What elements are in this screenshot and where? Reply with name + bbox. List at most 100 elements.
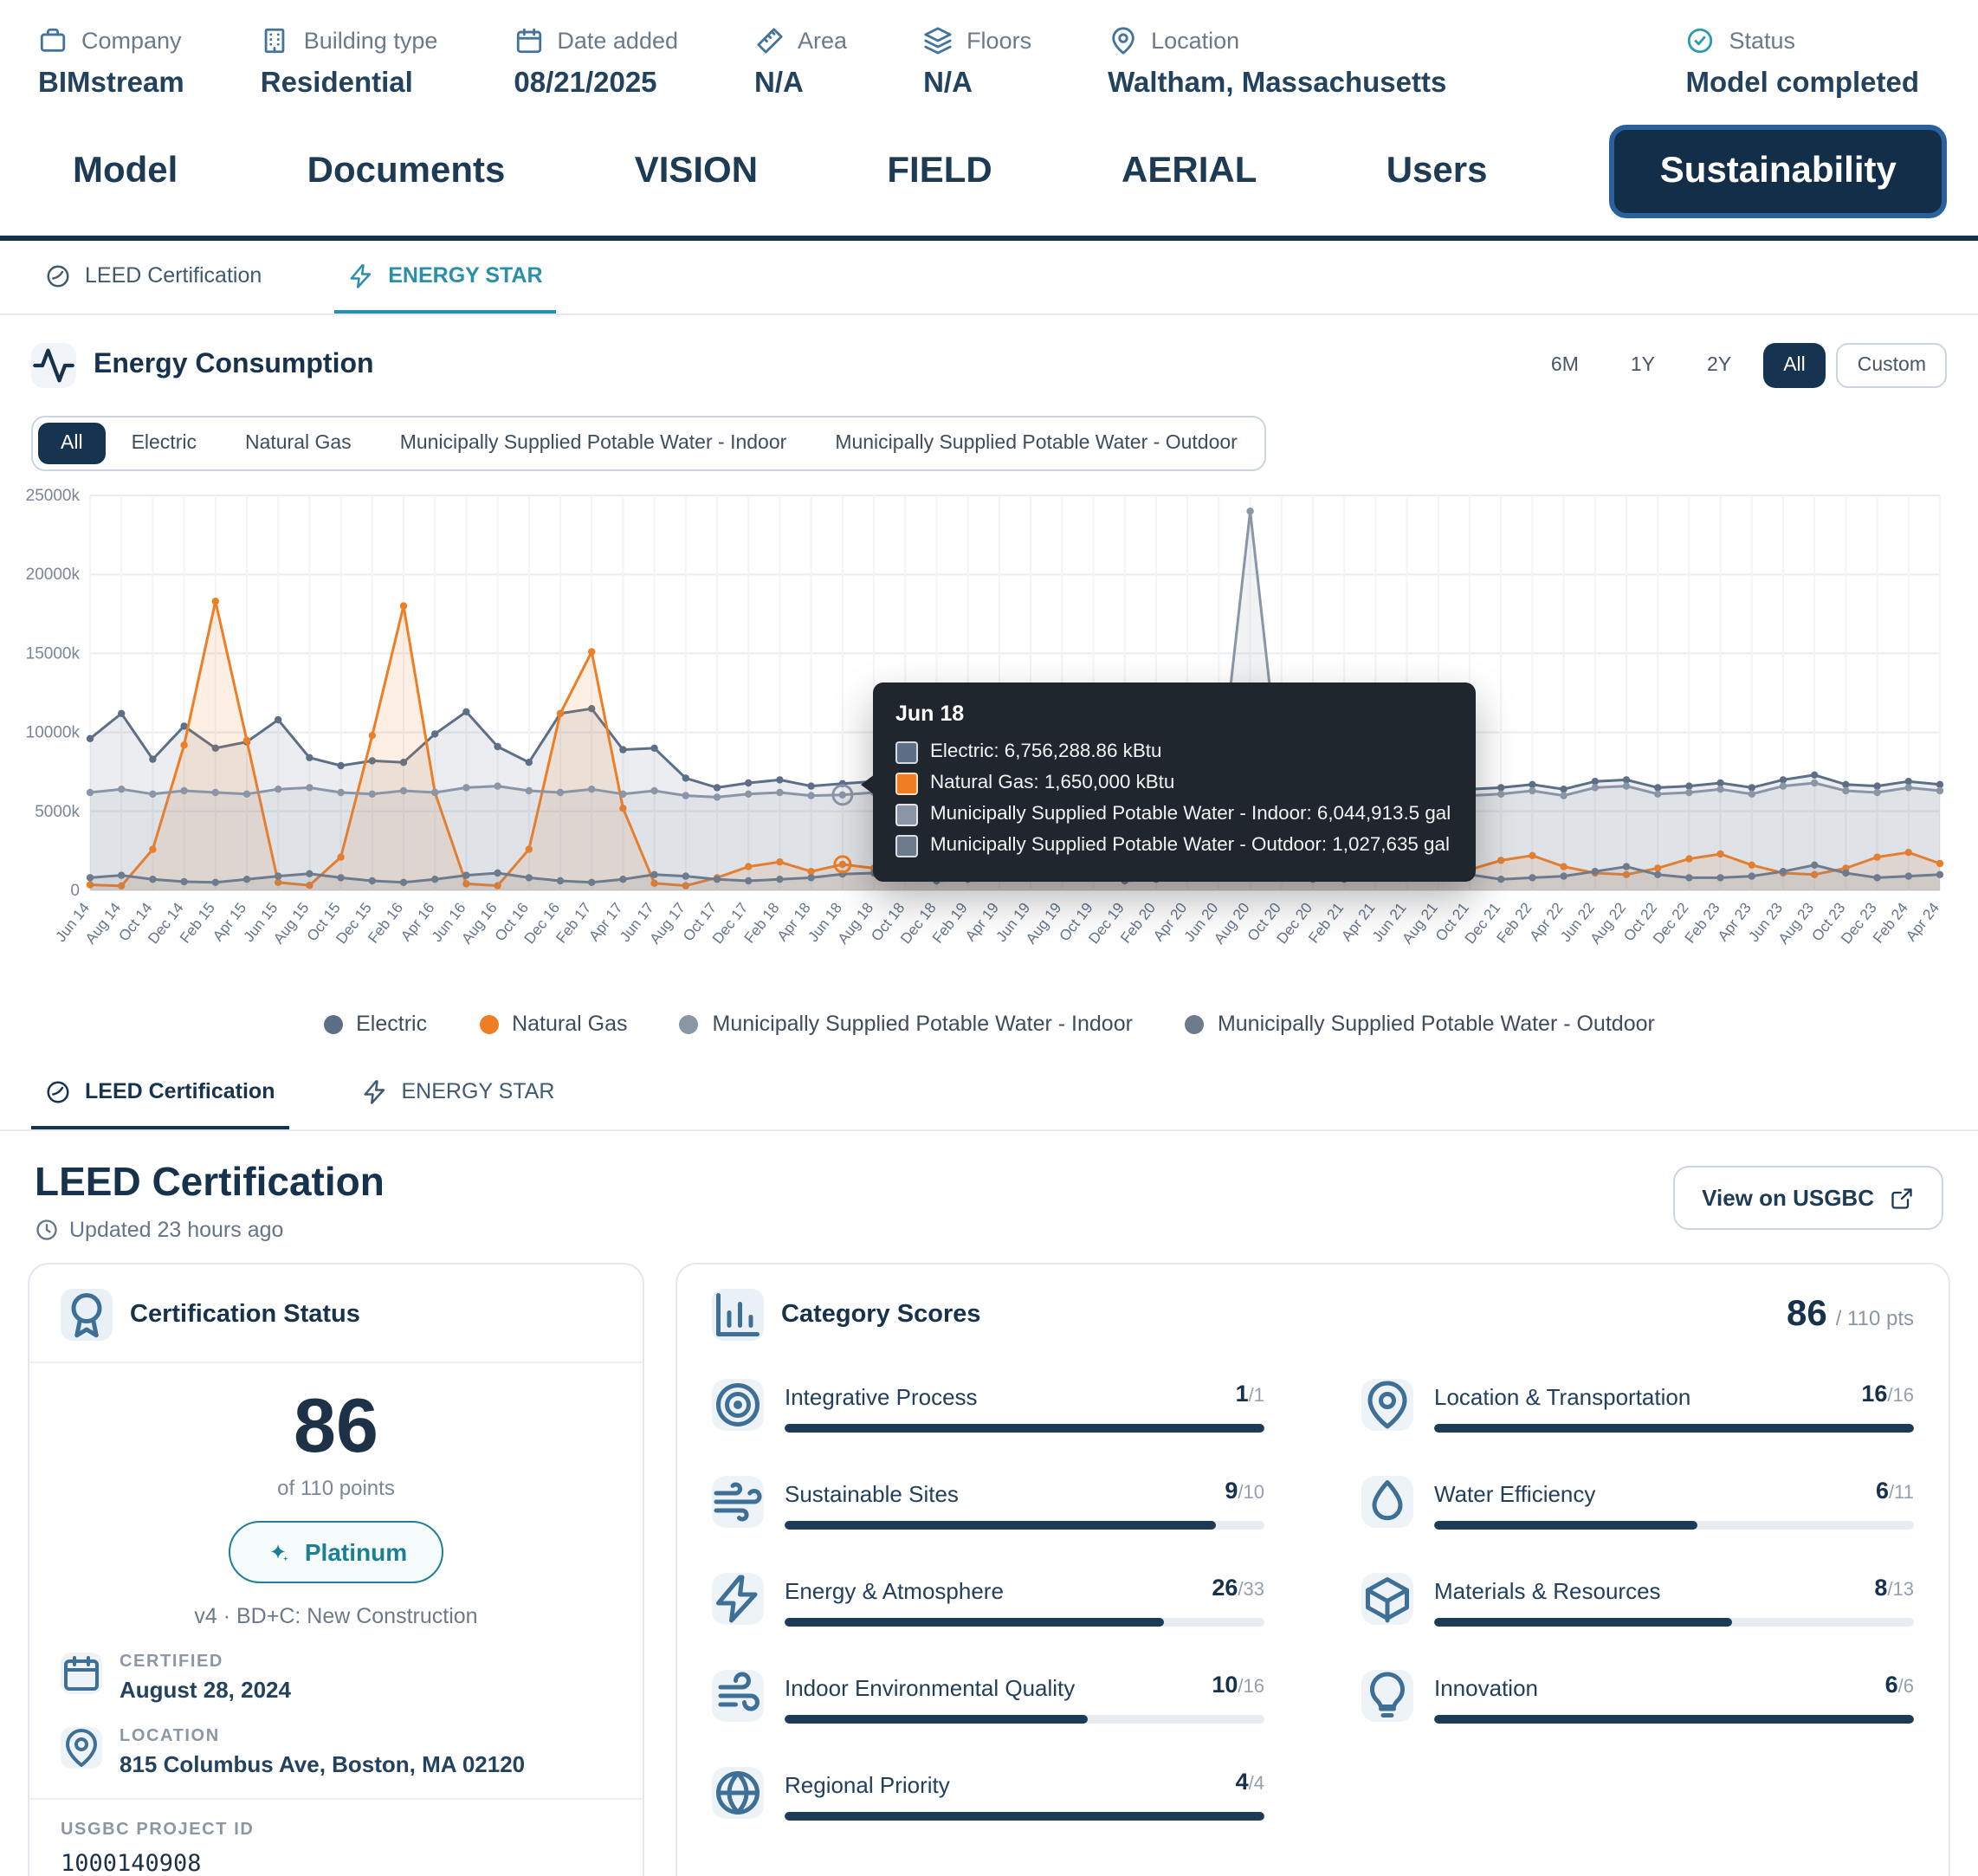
ruler-icon	[754, 26, 784, 55]
certification-level: Platinum	[305, 1538, 407, 1566]
divider	[29, 1798, 643, 1800]
category-water-efficiency: Water Efficiency6/11	[1361, 1476, 1914, 1530]
tab-field[interactable]: FIELD	[880, 137, 999, 206]
tab-vision[interactable]: VISION	[628, 137, 765, 206]
category-sustainable-sites: Sustainable Sites9/10	[712, 1476, 1264, 1530]
certification-card-title: Certification Status	[130, 1301, 360, 1329]
filter-chip-electric[interactable]: Electric	[109, 423, 219, 464]
category-progress-track	[785, 1521, 1264, 1530]
certified-date: August 28, 2024	[120, 1677, 291, 1703]
category-total: 86 / 110 pts	[1787, 1294, 1914, 1336]
category-label: Water Efficiency	[1434, 1481, 1595, 1507]
tooltip-row-natural-gas: Natural Gas: 1,650,000 kBtu	[895, 769, 1453, 800]
category-progress-fill	[1434, 1521, 1698, 1530]
award-icon	[61, 1289, 113, 1341]
leed-certification-section: LEED Certification Updated 23 hours ago …	[0, 1131, 1978, 1876]
category-card-title: Category Scores	[781, 1301, 981, 1329]
view-on-usgbc-button[interactable]: View on USGBC	[1672, 1166, 1943, 1230]
tab-documents[interactable]: Documents	[301, 137, 513, 206]
category-progress-track	[785, 1812, 1264, 1821]
layers-icon	[923, 26, 953, 55]
tab-model[interactable]: Model	[66, 137, 184, 206]
category-score: 4/4	[1236, 1767, 1264, 1798]
range-button-all[interactable]: All	[1762, 343, 1826, 388]
meta-label-date-added: Date added	[557, 28, 678, 54]
subtab-leed-certification[interactable]: LEED Certification	[31, 241, 275, 314]
category-progress-track	[785, 1715, 1264, 1724]
sustainability-page: CompanyBIMstream Building typeResidential…	[0, 0, 1978, 1876]
calendar-icon	[514, 26, 543, 55]
bolt-icon	[348, 262, 374, 288]
updated-text: Updated 23 hours ago	[69, 1218, 283, 1242]
meta-field-location: Location Waltham, Massachusetts	[1108, 26, 1446, 100]
subtab-label: LEED Certification	[85, 1079, 275, 1103]
range-button-1y[interactable]: 1Y	[1610, 343, 1676, 388]
map-pin-icon	[61, 1727, 102, 1769]
tab-sustainability[interactable]: Sustainability	[1610, 125, 1947, 218]
legend-dot	[323, 1014, 342, 1033]
meta-label-location: Location	[1151, 28, 1239, 54]
filter-chip-natural-gas[interactable]: Natural Gas	[223, 423, 374, 464]
category-score: 8/13	[1874, 1573, 1914, 1604]
range-button-custom[interactable]: Custom	[1837, 343, 1947, 388]
energy-consumption-section: Energy Consumption 6M1Y2YAllCustom AllEl…	[0, 315, 1978, 1036]
subtab-energy-star[interactable]: ENERGY STAR	[348, 1057, 569, 1129]
meta-value-location: Waltham, Massachusetts	[1108, 68, 1446, 100]
meta-field-building-type: Building typeResidential	[261, 26, 438, 100]
legend-item-electric[interactable]: Electric	[323, 1012, 427, 1036]
filter-chip-municipally-supplied-potable-water-indoor[interactable]: Municipally Supplied Potable Water - Ind…	[378, 423, 810, 464]
meta-field-floors: FloorsN/A	[923, 26, 1031, 100]
leed-score-of: of 110 points	[61, 1476, 611, 1500]
category-progress-fill	[785, 1618, 1164, 1627]
filter-chip-municipally-supplied-potable-water-outdoor[interactable]: Municipally Supplied Potable Water - Out…	[812, 423, 1260, 464]
category-score: 1/1	[1236, 1379, 1264, 1410]
svg-text:20000k: 20000k	[26, 566, 81, 584]
category-label: Location & Transportation	[1434, 1384, 1690, 1410]
filter-chip-all[interactable]: All	[38, 423, 106, 464]
category-label: Regional Priority	[785, 1772, 950, 1798]
svg-text:15000k: 15000k	[26, 644, 81, 663]
tooltip-row-text: Municipally Supplied Potable Water - Ind…	[930, 800, 1451, 831]
tab-users[interactable]: Users	[1380, 137, 1495, 206]
legend-item-municipally-supplied-potable-water-outdoor[interactable]: Municipally Supplied Potable Water - Out…	[1185, 1012, 1655, 1036]
category-progress-track	[785, 1424, 1264, 1433]
target-icon	[712, 1379, 764, 1431]
meta-field-company: CompanyBIMstream	[38, 26, 184, 100]
tooltip-row-municipally-supplied-potable-water-indoor: Municipally Supplied Potable Water - Ind…	[895, 800, 1453, 831]
meta-value-area: N/A	[754, 68, 847, 100]
category-progress-fill	[1434, 1424, 1914, 1433]
category-materials-resources: Materials & Resources8/13	[1361, 1573, 1914, 1627]
legend-item-natural-gas[interactable]: Natural Gas	[479, 1012, 627, 1036]
series-filter-group: AllElectricNatural GasMunicipally Suppli…	[31, 416, 1267, 471]
category-progress-track	[1434, 1521, 1914, 1530]
bar-chart-icon	[712, 1289, 764, 1341]
subtab-energy-star[interactable]: ENERGY STAR	[334, 241, 556, 314]
category-progress-fill	[785, 1424, 1264, 1433]
category-label: Innovation	[1434, 1675, 1538, 1701]
subtab-leed-certification[interactable]: LEED Certification	[31, 1057, 289, 1129]
category-label: Energy & Atmosphere	[785, 1578, 1004, 1604]
legend-dot	[479, 1014, 498, 1033]
droplet-icon	[1361, 1476, 1413, 1528]
category-location-transportation: Location & Transportation16/16	[1361, 1379, 1914, 1433]
category-score: 6/6	[1885, 1670, 1914, 1701]
category-indoor-environmental-quality: Indoor Environmental Quality10/16	[712, 1670, 1264, 1724]
legend-dot	[1185, 1014, 1204, 1033]
meta-value-date-added: 08/21/2025	[514, 68, 678, 100]
tab-aerial[interactable]: AERIAL	[1115, 137, 1264, 206]
legend-item-municipally-supplied-potable-water-indoor[interactable]: Municipally Supplied Potable Water - Ind…	[680, 1012, 1133, 1036]
tooltip-series-swatch	[895, 835, 918, 857]
certification-status-card: Certification Status 86 of 110 points Pl…	[28, 1263, 644, 1876]
subtabs-bottom: LEED Certification ENERGY STAR	[0, 1057, 1978, 1131]
building-meta-bar: CompanyBIMstream Building typeResidential…	[0, 0, 1978, 114]
certified-row: CERTIFIED August 28, 2024	[61, 1653, 611, 1703]
range-button-6m[interactable]: 6M	[1530, 343, 1600, 388]
meta-value-status: Model completed	[1685, 68, 1919, 100]
range-button-2y[interactable]: 2Y	[1686, 343, 1752, 388]
leed-title: LEED Certification	[35, 1159, 385, 1206]
meta-field-status: StatusModel completed	[1685, 26, 1919, 100]
svg-text:5000k: 5000k	[35, 803, 80, 821]
category-progress-fill	[785, 1521, 1217, 1530]
category-progress-fill	[1434, 1618, 1731, 1627]
meta-value-floors: N/A	[923, 68, 1031, 100]
